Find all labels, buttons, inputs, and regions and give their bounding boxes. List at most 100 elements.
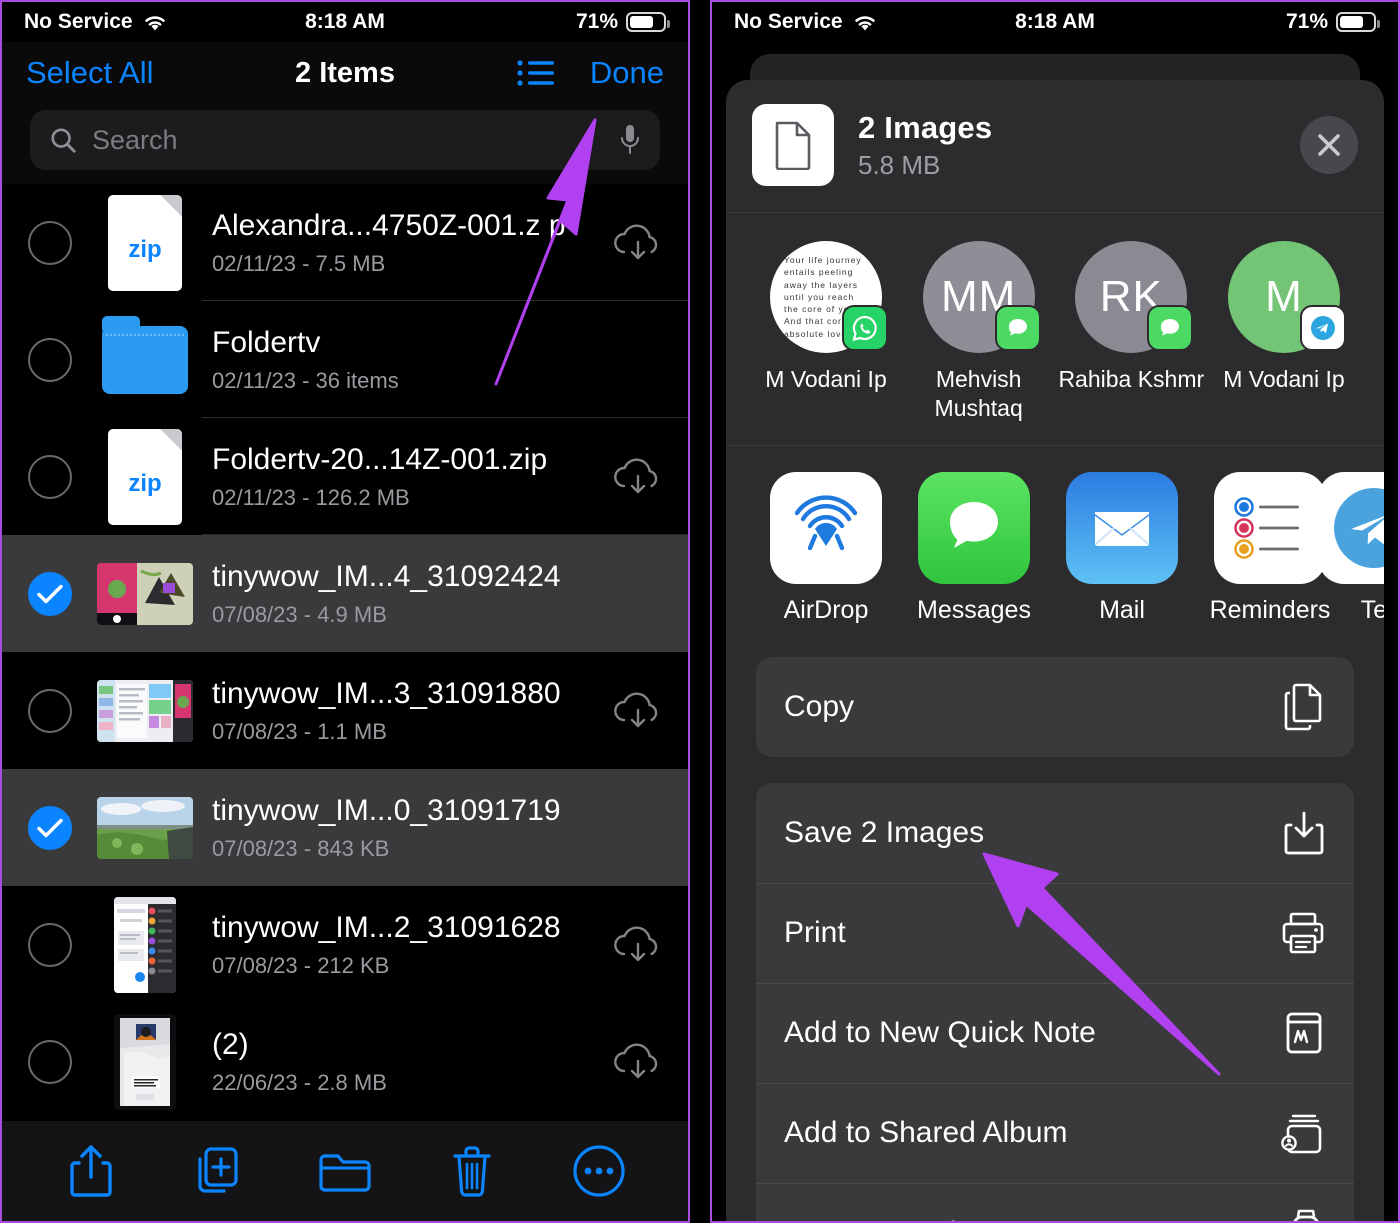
carrier-label: No Service — [734, 10, 843, 33]
delete-button[interactable] — [441, 1140, 503, 1202]
photo-thumbnail — [97, 562, 193, 625]
contact-item[interactable]: Your life journey entails peeling away t… — [752, 241, 900, 423]
copy-icon — [1284, 683, 1322, 730]
search-bar[interactable]: Search — [30, 110, 660, 170]
contacts-row: Your life journey entails peeling away t… — [726, 213, 1384, 445]
airdrop-icon — [770, 471, 882, 584]
action-label: Save 2 Images — [784, 815, 985, 849]
avatar-wrap: M — [1227, 241, 1346, 353]
photo-thumbnail — [114, 1013, 176, 1110]
file-name: tinywow_IM...4_31092424 — [212, 559, 561, 593]
row-checkbox[interactable] — [28, 571, 72, 616]
zip-file-icon: zip — [108, 428, 182, 525]
file-meta: 02/11/23 - 126.2 MB — [212, 485, 410, 511]
wifi-icon — [854, 15, 875, 30]
file-name: tinywow_IM...0_31091719 — [212, 793, 561, 827]
new-folder-button[interactable] — [314, 1140, 376, 1202]
row-checkbox[interactable] — [28, 454, 72, 499]
file-meta: 07/08/23 - 4.9 MB — [212, 602, 387, 628]
file-meta: 07/08/23 - 212 KB — [212, 953, 390, 979]
share-title: 2 Images — [858, 109, 993, 145]
contact-item[interactable]: M M Vodani Ip — [1210, 241, 1358, 423]
action-label: Copy — [784, 689, 855, 723]
file-name: Alexandra...4750Z-001.z p — [212, 208, 566, 242]
folder-icon — [102, 315, 188, 394]
file-list: zip Alexandra...4750Z-001.z p 02/11/23 -… — [2, 184, 688, 1120]
row-thumbnail — [92, 896, 198, 993]
action-row-print[interactable]: Print — [756, 882, 1354, 983]
duplicate-icon — [198, 1147, 238, 1193]
table-row[interactable]: tinywow_IM...3_31091880 07/08/23 - 1.1 M… — [2, 652, 688, 769]
action-row-quick-note[interactable]: Add to New Quick Note — [756, 982, 1354, 1083]
close-button[interactable] — [1300, 116, 1358, 174]
file-meta: 02/11/23 - 7.5 MB — [212, 251, 386, 277]
search-input[interactable]: Search — [92, 125, 604, 156]
nav-right-group: Done — [516, 55, 664, 91]
table-row[interactable]: (2) 22/06/23 - 2.8 MB — [2, 1003, 688, 1120]
row-checkbox[interactable] — [28, 688, 72, 733]
photo-thumbnail — [97, 796, 193, 859]
contact-item[interactable]: RK Rahiba Kshmr — [1057, 241, 1205, 423]
row-thumbnail: zip — [92, 194, 198, 291]
battery-icon — [1336, 12, 1380, 32]
right-phone-panel: No Service 8:18 AM 71% 2 Images 5.8 MB Y… — [710, 0, 1400, 1223]
quick-note-icon — [1286, 1012, 1322, 1053]
avatar-wrap: Your life journey entails peeling away t… — [770, 241, 888, 353]
share-button[interactable] — [60, 1140, 122, 1202]
app-item-mail[interactable]: Mail — [1048, 471, 1196, 625]
status-battery-group: 71% — [576, 10, 670, 34]
app-item-airdrop[interactable]: AirDrop — [752, 471, 900, 625]
table-row[interactable]: zip Foldertv-20...14Z-001.zip 02/11/23 -… — [2, 418, 688, 535]
share-sheet-titles: 2 Images 5.8 MB — [858, 110, 1276, 181]
table-row[interactable]: tinywow_IM...4_31092424 07/08/23 - 4.9 M… — [2, 535, 688, 652]
duplicate-button[interactable] — [187, 1140, 249, 1202]
reminders-icon — [1214, 471, 1326, 584]
action-label: Print — [784, 915, 846, 949]
done-button[interactable]: Done — [590, 55, 664, 91]
row-text: tinywow_IM...0_31091719 07/08/23 - 843 K… — [212, 793, 666, 863]
icloud-download-icon[interactable] — [610, 688, 666, 734]
row-checkbox[interactable] — [28, 922, 72, 967]
row-checkbox[interactable] — [28, 805, 72, 850]
share-sheet: 2 Images 5.8 MB Your life journey entail… — [726, 80, 1384, 1221]
status-bar-left: No Service 8:18 AM 71% — [2, 2, 688, 42]
row-checkbox[interactable] — [28, 337, 72, 382]
table-row[interactable]: Foldertv 02/11/23 - 36 items — [2, 301, 688, 418]
row-thumbnail: zip — [92, 428, 198, 525]
more-icon — [572, 1145, 625, 1197]
icloud-download-icon[interactable] — [610, 1039, 666, 1085]
contact-item[interactable]: MM Mehvish Mushtaq — [905, 241, 1053, 423]
contact-name: M Vodani Ip — [1223, 366, 1345, 392]
app-item-telegram[interactable]: Te — [1318, 471, 1384, 625]
table-row[interactable]: zip Alexandra...4750Z-001.z p 02/11/23 -… — [2, 184, 688, 301]
list-view-icon[interactable] — [516, 57, 556, 89]
contact-name: Mehvish Mushtaq — [934, 366, 1023, 421]
select-all-button[interactable]: Select All — [26, 55, 154, 91]
row-checkbox[interactable] — [28, 1039, 72, 1084]
save-download-icon — [1284, 811, 1324, 854]
file-name: Foldertv-20...14Z-001.zip — [212, 442, 548, 476]
trash-icon — [453, 1146, 491, 1197]
icloud-download-icon[interactable] — [610, 922, 666, 968]
microphone-icon[interactable] — [618, 123, 642, 157]
printer-icon — [1282, 912, 1324, 953]
photo-thumbnail — [114, 896, 176, 993]
icloud-download-icon[interactable] — [610, 454, 666, 500]
table-row[interactable]: tinywow_IM...2_31091628 07/08/23 - 212 K… — [2, 886, 688, 1003]
battery-icon — [626, 12, 670, 32]
screenshot-stage: No Service 8:18 AM 71% Select All 2 Item… — [0, 0, 1400, 1223]
telegram-icon — [1318, 471, 1384, 584]
action-label: Add to New Quick Note — [784, 1015, 1096, 1049]
action-row-save-images[interactable]: Save 2 Images — [756, 783, 1354, 883]
action-row-shared-album[interactable]: Add to Shared Album — [756, 1082, 1354, 1183]
action-row-watch-face[interactable]: Create Watch Face — [756, 1182, 1354, 1221]
action-row-copy[interactable]: Copy — [756, 657, 1354, 757]
row-checkbox[interactable] — [28, 220, 72, 265]
file-meta: 02/11/23 - 36 items — [212, 368, 399, 394]
battery-percent-label: 71% — [1285, 10, 1328, 33]
icloud-download-icon[interactable] — [610, 220, 666, 266]
table-row[interactable]: tinywow_IM...0_31091719 07/08/23 - 843 K… — [2, 769, 688, 886]
app-item-messages[interactable]: Messages — [900, 471, 1048, 625]
app-label: Mail — [1099, 595, 1145, 624]
more-options-button[interactable] — [568, 1140, 630, 1202]
